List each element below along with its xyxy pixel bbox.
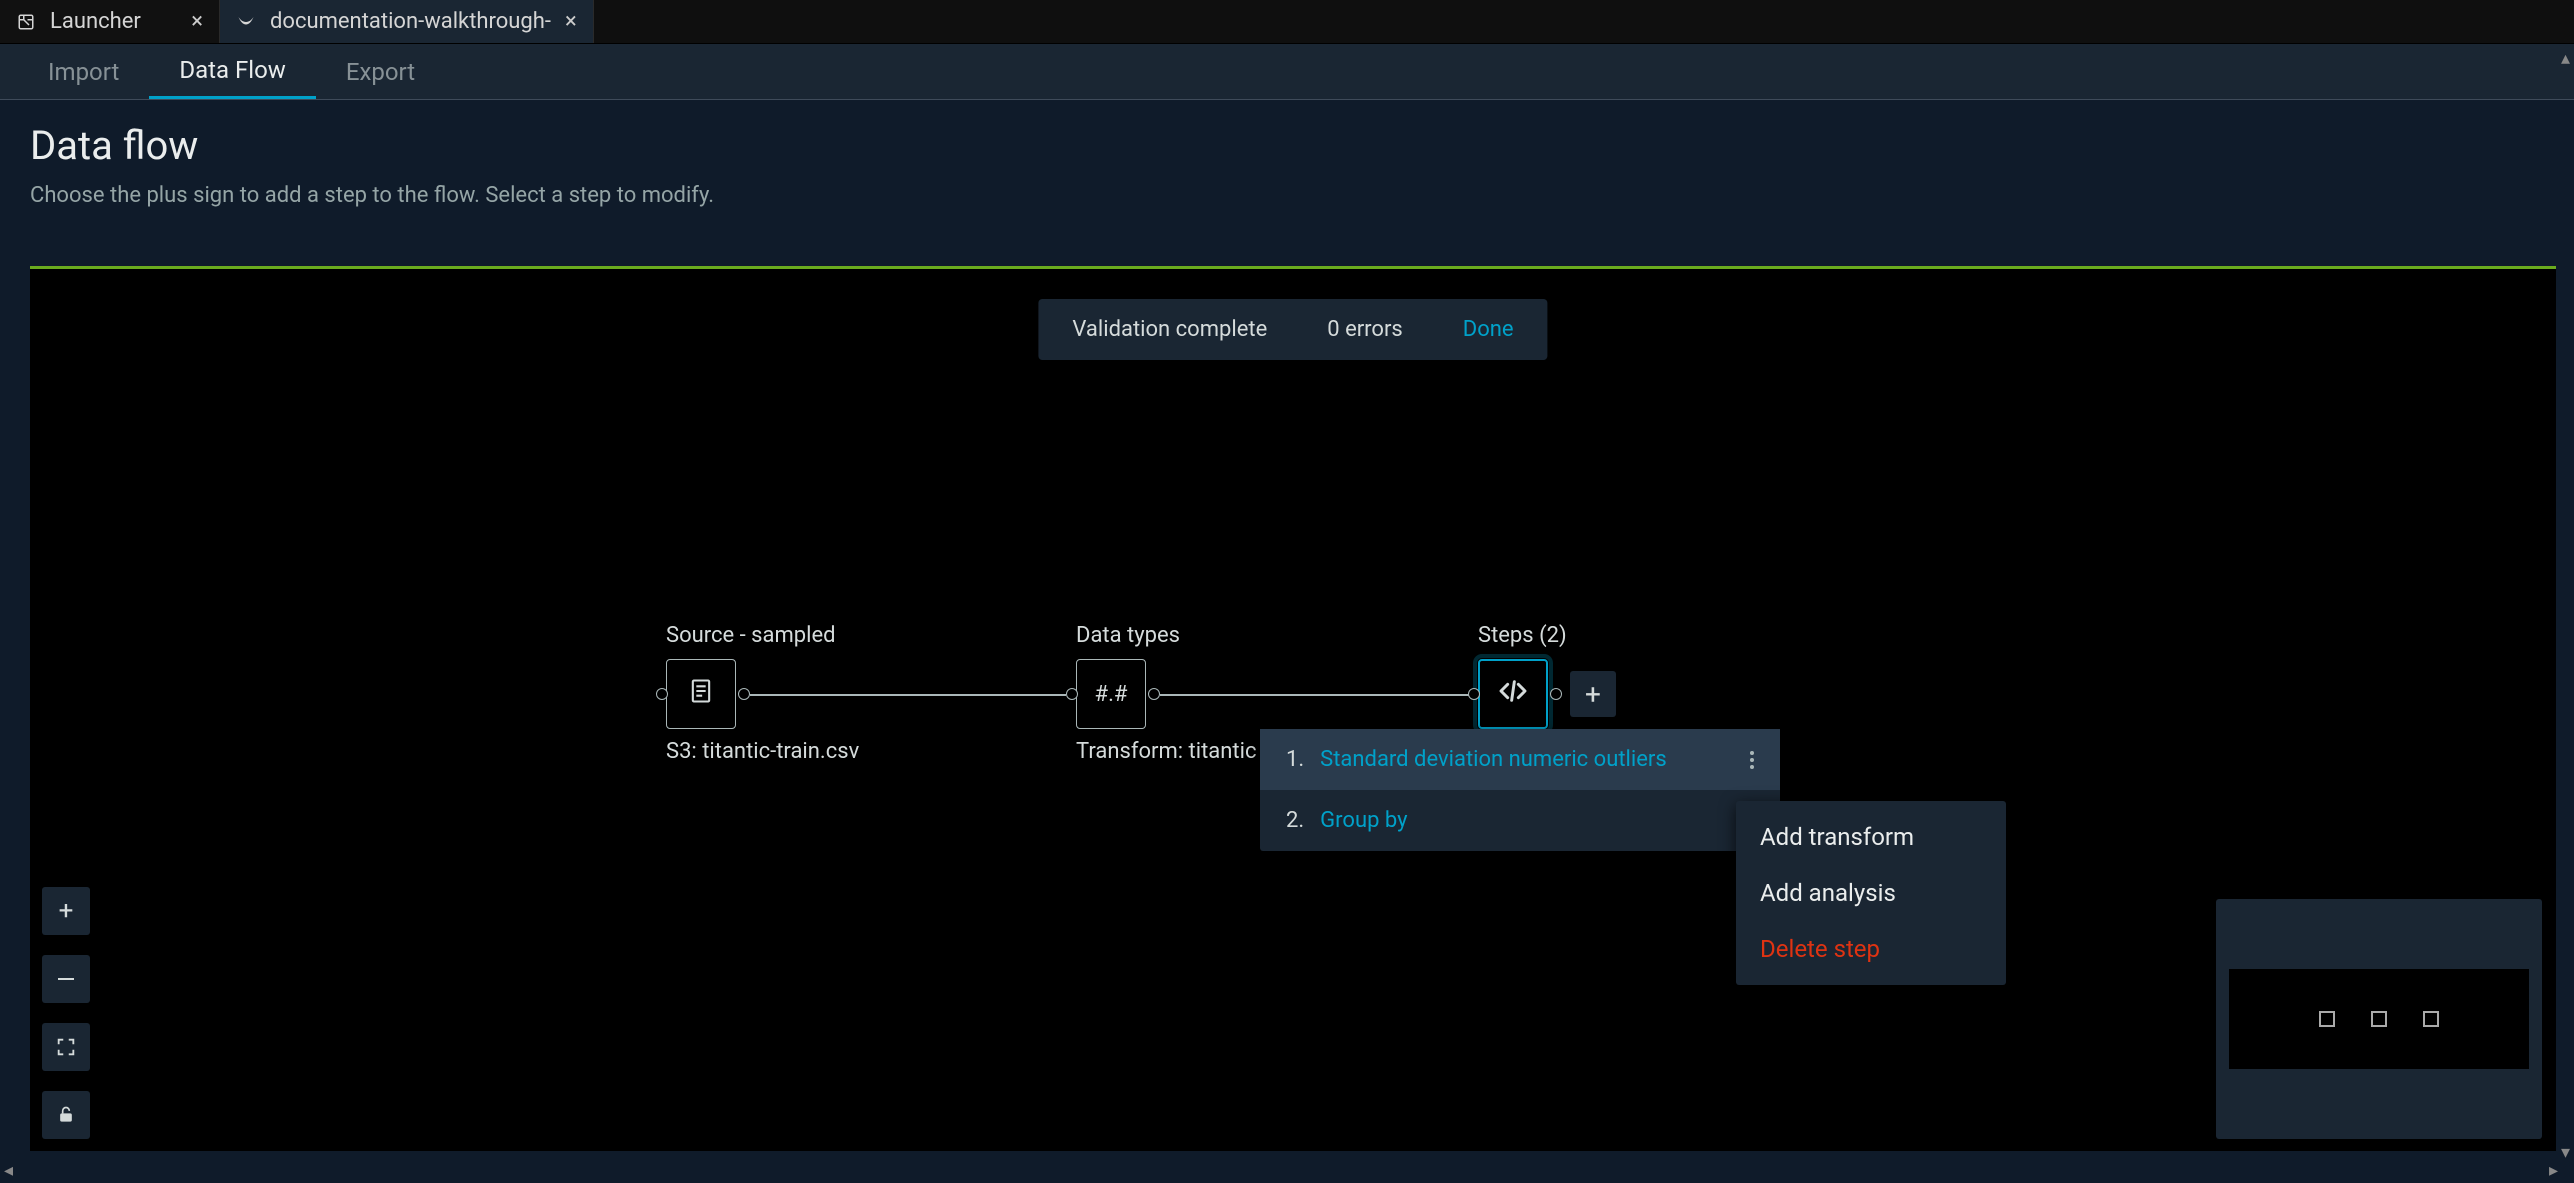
- flow-canvas[interactable]: Validation complete 0 errors Done Source…: [30, 266, 2556, 1151]
- node-sub-datatypes: Transform: titantic-t: [1076, 739, 1256, 764]
- step-item-2[interactable]: 2. Group by: [1260, 790, 1780, 851]
- step-name: Standard deviation numeric outliers: [1320, 747, 1734, 772]
- node-sub-source: S3: titantic-train.csv: [666, 739, 859, 764]
- scroll-down-icon[interactable]: ▾: [2561, 1142, 2570, 1163]
- toast-errors: 0 errors: [1327, 317, 1403, 342]
- tab-label: documentation-walkthrough-: [270, 9, 551, 34]
- toast-status: Validation complete: [1072, 317, 1267, 342]
- port[interactable]: [656, 688, 668, 700]
- step-name: Group by: [1320, 808, 1734, 833]
- zoom-in-button[interactable]: +: [42, 887, 90, 935]
- node-data-types[interactable]: #.#: [1076, 659, 1146, 729]
- step-index: 2.: [1286, 808, 1304, 833]
- nav-data-flow[interactable]: Data Flow: [149, 44, 316, 99]
- scroll-up-icon[interactable]: ▴: [2561, 48, 2570, 69]
- toast-done-link[interactable]: Done: [1463, 317, 1514, 342]
- minimap[interactable]: [2216, 899, 2542, 1139]
- node-source[interactable]: [666, 659, 736, 729]
- step-index: 1.: [1286, 747, 1304, 772]
- page-title: Data flow: [30, 122, 2544, 169]
- close-icon[interactable]: ×: [191, 9, 203, 34]
- port[interactable]: [1468, 688, 1480, 700]
- node-title-datatypes: Data types: [1076, 623, 1180, 648]
- nav-import[interactable]: Import: [18, 44, 149, 99]
- context-menu: Add transform Add analysis Delete step: [1736, 801, 2006, 985]
- zoom-out-button[interactable]: [42, 955, 90, 1003]
- port[interactable]: [1066, 688, 1078, 700]
- nav-export[interactable]: Export: [316, 44, 445, 99]
- zoom-controls: +: [42, 887, 90, 1139]
- node-title-steps: Steps (2): [1478, 623, 1567, 648]
- node-steps[interactable]: [1478, 659, 1548, 729]
- page-header: Data flow Choose the plus sign to add a …: [0, 100, 2574, 218]
- steps-popover: 1. Standard deviation numeric outliers 2…: [1260, 729, 1780, 851]
- menu-add-transform[interactable]: Add transform: [1736, 809, 2006, 865]
- validation-toast: Validation complete 0 errors Done: [1038, 299, 1547, 360]
- edge: [750, 694, 1066, 696]
- close-icon[interactable]: ×: [565, 9, 577, 34]
- code-icon: [1497, 675, 1529, 713]
- port[interactable]: [1148, 688, 1160, 700]
- hash-glyph: #.#: [1095, 682, 1128, 707]
- menu-add-analysis[interactable]: Add analysis: [1736, 865, 2006, 921]
- tab-documentation-walkthrough[interactable]: documentation-walkthrough- ×: [220, 0, 594, 43]
- minimap-view: [2229, 969, 2529, 1069]
- minimap-node: [2319, 1011, 2335, 1027]
- lock-button[interactable]: [42, 1091, 90, 1139]
- fit-button[interactable]: [42, 1023, 90, 1071]
- page-subtitle: Choose the plus sign to add a step to th…: [30, 183, 2544, 208]
- scroll-left-icon[interactable]: ◂: [4, 1160, 13, 1181]
- port[interactable]: [738, 688, 750, 700]
- port[interactable]: [1550, 688, 1562, 700]
- tab-label: Launcher: [50, 9, 177, 34]
- more-icon[interactable]: [1750, 751, 1754, 769]
- subnav: Import Data Flow Export: [0, 44, 2574, 100]
- step-item-1[interactable]: 1. Standard deviation numeric outliers: [1260, 729, 1780, 790]
- menu-delete-step[interactable]: Delete step: [1736, 921, 2006, 977]
- minimap-node: [2423, 1011, 2439, 1027]
- tab-launcher[interactable]: Launcher ×: [0, 0, 220, 43]
- scroll-right-icon[interactable]: ▸: [2549, 1160, 2558, 1181]
- app-icon: [236, 12, 256, 32]
- file-icon: [687, 677, 715, 711]
- editor-tab-bar: Launcher × documentation-walkthrough- ×: [0, 0, 2574, 44]
- edge: [1160, 694, 1470, 696]
- minimap-node: [2371, 1011, 2387, 1027]
- add-step-button[interactable]: +: [1570, 671, 1616, 717]
- node-title-source: Source - sampled: [666, 623, 836, 648]
- launcher-icon: [16, 12, 36, 32]
